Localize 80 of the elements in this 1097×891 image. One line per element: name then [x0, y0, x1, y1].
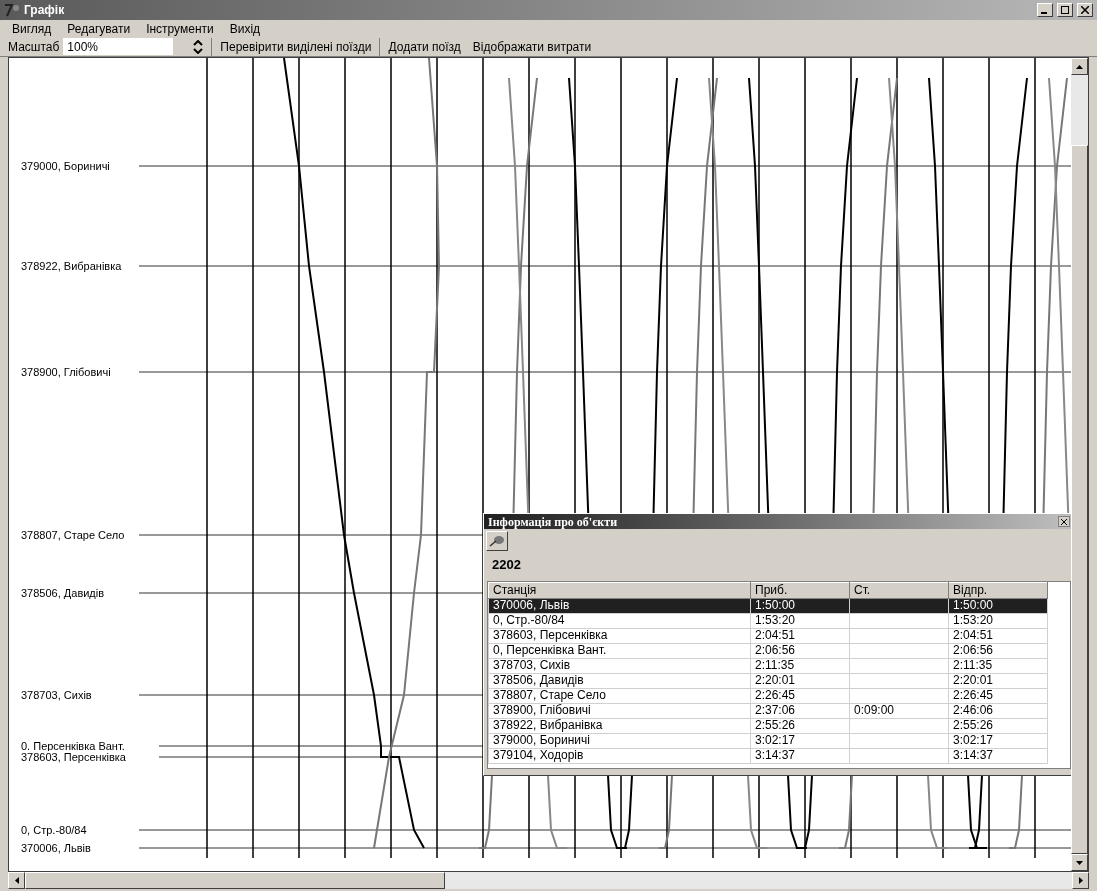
table-cell: 2:26:45 [948, 688, 1048, 703]
menu-item[interactable]: Вигляд [12, 19, 52, 38]
scale-field[interactable]: 100% [63, 38, 174, 55]
toolbar-button[interactable]: Додати поїзд [384, 37, 465, 56]
table-cell: 1:53:20 [948, 613, 1048, 628]
window-title: Графік [24, 2, 65, 19]
pin-button[interactable] [486, 531, 508, 551]
scroll-right-button[interactable] [1072, 872, 1089, 889]
pin-icon [489, 534, 505, 548]
station-label: 378603, Персенківка [21, 751, 127, 763]
table-cell: 378603, Персенківка [488, 628, 751, 643]
table-cell: 2:37:06 [750, 703, 850, 718]
table-cell: 2:20:01 [948, 673, 1048, 688]
menu-item[interactable]: Вихід [229, 19, 261, 38]
table-cell: 379000, Бориничі [488, 733, 751, 748]
table-cell: 378922, Вибранівка [488, 718, 751, 733]
close-icon [1061, 518, 1067, 525]
table-cell: 2:20:01 [750, 673, 850, 688]
column-header[interactable]: Приб. [750, 582, 850, 598]
station-label: 370006, Львів [21, 842, 92, 854]
table-cell: 378807, Старе Село [488, 688, 751, 703]
table-cell: 2:46:06 [948, 703, 1048, 718]
toolbar-button[interactable]: Перевірити виділені поїзди [216, 37, 376, 56]
column-header[interactable]: Відпр. [948, 582, 1048, 598]
table-cell: 3:14:37 [948, 748, 1048, 763]
table-cell: 378900, Глібовичі [488, 703, 751, 718]
table-cell: 3:02:17 [948, 733, 1048, 748]
spinner-icon[interactable] [193, 39, 204, 54]
table-cell: 0:09:00 [849, 703, 949, 718]
station-label: 0, Стр.-80/84 [21, 824, 88, 836]
column-header[interactable]: Ст. [849, 582, 949, 598]
minimize-button[interactable] [1037, 3, 1053, 17]
table-cell: 379104, Ходорів [488, 748, 751, 763]
scroll-down-button[interactable] [1071, 854, 1088, 871]
table-cell: 2:55:26 [750, 718, 850, 733]
train-number: 2202 [492, 556, 522, 574]
table-cell: 2:04:51 [750, 628, 850, 643]
table-cell: 2:04:51 [948, 628, 1048, 643]
table-cell: 2:55:26 [948, 718, 1048, 733]
station-label: 378922, Вибранівка [21, 260, 123, 272]
maximize-button[interactable] [1057, 3, 1073, 17]
table-cell: 2:06:56 [948, 643, 1048, 658]
table-cell: 3:02:17 [750, 733, 850, 748]
station-label: 378703, Сихів [21, 689, 93, 701]
info-window-title: Інформація про об'єкти [488, 513, 618, 531]
maximize-icon [1061, 6, 1069, 14]
table-cell: 1:53:20 [750, 613, 850, 628]
menu-item[interactable]: Редагувати [67, 19, 131, 38]
right-arrow-icon [1078, 877, 1083, 884]
up-arrow-icon [1076, 64, 1083, 69]
table-cell: 0, Стр.-80/84 [488, 613, 751, 628]
station-label: 0. Персенківка Вант. [21, 740, 126, 752]
table-cell: 1:50:00 [948, 598, 1048, 613]
app-icon [4, 3, 20, 17]
table-cell: 2:06:56 [750, 643, 850, 658]
scroll-left-button[interactable] [8, 872, 25, 889]
station-label: 378900, Глібовичі [21, 366, 112, 378]
toolbar-button[interactable]: Відображати витрати [468, 37, 596, 56]
table-cell: 378506, Давидів [488, 673, 751, 688]
table-cell: 378703, Сихів [488, 658, 751, 673]
scale-label: Масштаб [8, 38, 60, 56]
scroll-up-button[interactable] [1071, 58, 1088, 75]
table-cell: 0, Персенківка Вант. [488, 643, 751, 658]
table-cell: 370006, Львів [488, 598, 751, 613]
horizontal-scrollbar[interactable] [8, 872, 1089, 889]
close-button[interactable] [1058, 516, 1070, 527]
down-arrow-icon [1076, 860, 1083, 865]
table-cell: 1:50:00 [750, 598, 850, 613]
station-label: 378807, Старе Село [21, 529, 126, 541]
table-cell: 2:11:35 [948, 658, 1048, 673]
scroll-thumb[interactable] [25, 872, 445, 889]
station-label: 378506, Давидів [21, 587, 106, 599]
table-cell: 3:14:37 [750, 748, 850, 763]
menu-item[interactable]: Інструменти [146, 19, 214, 38]
table-cell: 2:11:35 [750, 658, 850, 673]
table-cell: 2:26:45 [750, 688, 850, 703]
station-label: 379000, Бориничі [21, 160, 111, 172]
column-header[interactable]: Станція [488, 582, 751, 598]
left-arrow-icon [14, 877, 19, 884]
close-icon [1081, 6, 1089, 14]
